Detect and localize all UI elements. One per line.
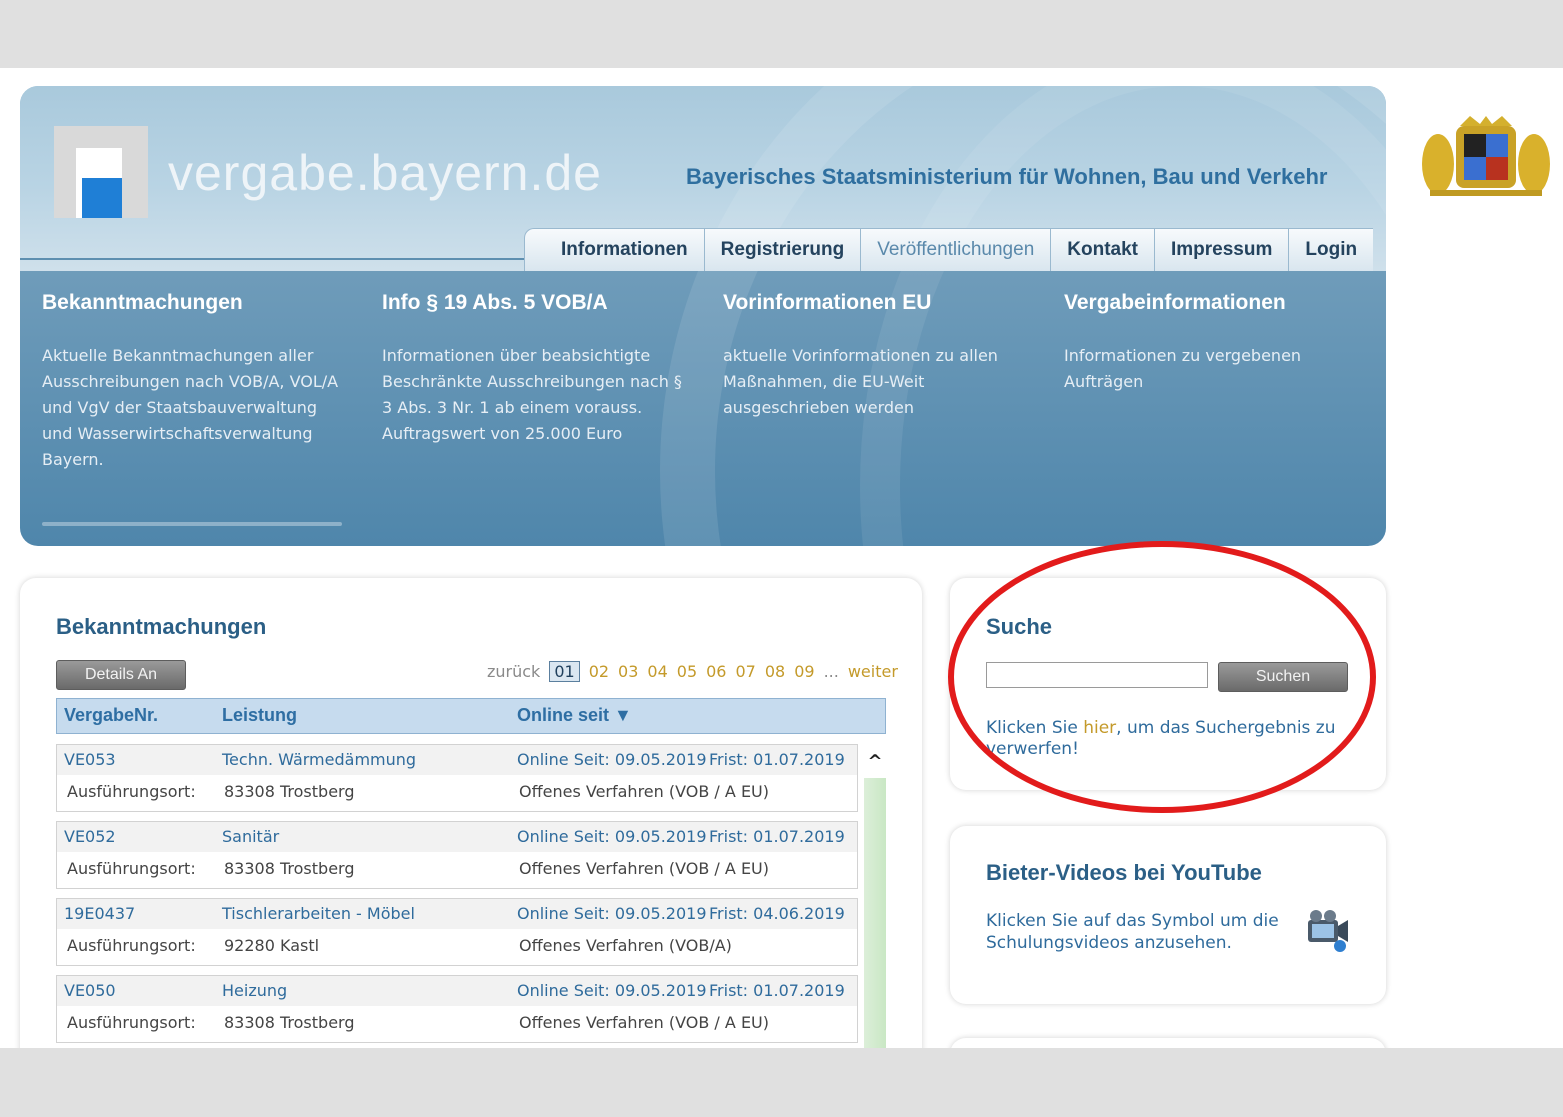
announcements-panel: Bekanntmachungen Details An zurück 01 02… <box>20 578 922 1048</box>
row-ort: 92280 Kastl <box>224 936 320 955</box>
video-camera-icon[interactable] <box>1304 908 1350 952</box>
table-scrollbar[interactable] <box>864 778 886 1048</box>
videos-title: Bieter-Videos bei YouTube <box>986 860 1262 885</box>
main-nav: Informationen Registrierung Veröffentlic… <box>524 228 1374 271</box>
table-header: VergabeNr. Leistung Online seit ▼ <box>56 698 886 734</box>
announcement-list: VE053 Techn. Wärmedämmung Online Seit: 0… <box>56 744 858 1048</box>
row-ort-label: Ausführungsort: <box>67 859 196 878</box>
pager-page-05[interactable]: 05 <box>677 662 697 681</box>
videos-text: Klicken Sie auf das Symbol um die Schulu… <box>986 911 1279 953</box>
row-ort-label: Ausführungsort: <box>67 936 196 955</box>
row-verfahren: Offenes Verfahren (VOB / A EU) <box>519 782 769 801</box>
videos-panel: Bieter-Videos bei YouTube Klicken Sie au… <box>950 826 1386 1004</box>
banner-col-title[interactable]: Vorinformationen EU <box>723 291 1023 315</box>
active-column-indicator <box>42 522 342 526</box>
column-header-leistung[interactable]: Leistung <box>222 705 297 726</box>
banner-col-title[interactable]: Bekanntmachungen <box>42 291 342 315</box>
row-verfahren: Offenes Verfahren (VOB/A) <box>519 936 732 955</box>
table-row[interactable]: VE053 Techn. Wärmedämmung Online Seit: 0… <box>56 744 858 812</box>
next-panel <box>950 1038 1386 1048</box>
pager-next[interactable]: weiter <box>848 662 898 681</box>
pager-back[interactable]: zurück <box>487 662 540 681</box>
banner-col-title[interactable]: Vergabeinformationen <box>1064 291 1364 315</box>
row-nr: 19E0437 <box>64 904 136 923</box>
header-banner: vergabe.bayern.de Bayerisches Staatsmini… <box>20 86 1386 546</box>
banner-col-text: aktuelle Vorinformationen zu allen Maßna… <box>723 346 998 417</box>
table-row[interactable]: 19E0437 Tischlerarbeiten - Möbel Online … <box>56 898 858 966</box>
hint-text-before: Klicken Sie <box>986 718 1084 738</box>
nav-veroeffentlichungen[interactable]: Veröffentlichungen <box>860 228 1051 271</box>
site-logo-icon[interactable] <box>54 126 148 218</box>
pager-page-04[interactable]: 04 <box>647 662 667 681</box>
table-row[interactable]: VE052 Sanitär Online Seit: 09.05.2019 Fr… <box>56 821 858 889</box>
announcements-title: Bekanntmachungen <box>56 614 267 639</box>
banner-col-bekanntmachungen: Bekanntmachungen Aktuelle Bekanntmachung… <box>42 291 342 473</box>
row-frist: Frist: 04.06.2019 <box>709 904 845 923</box>
row-leistung: Techn. Wärmedämmung <box>222 750 417 769</box>
nav-login[interactable]: Login <box>1288 228 1374 271</box>
banner-col-text: Aktuelle Bekanntmachungen aller Ausschre… <box>42 346 339 469</box>
row-verfahren: Offenes Verfahren (VOB / A EU) <box>519 1013 769 1032</box>
column-header-vergabenr[interactable]: VergabeNr. <box>64 705 158 726</box>
nav-kontakt[interactable]: Kontakt <box>1050 228 1154 271</box>
coat-of-arms-icon <box>1422 116 1550 196</box>
details-toggle-button[interactable]: Details An <box>56 660 186 690</box>
row-ort: 83308 Trostberg <box>224 782 355 801</box>
pager-page-02[interactable]: 02 <box>589 662 609 681</box>
pager-page-01[interactable]: 01 <box>549 661 580 682</box>
page: vergabe.bayern.de Bayerisches Staatsmini… <box>0 68 1563 1048</box>
pager-page-08[interactable]: 08 <box>765 662 785 681</box>
row-nr: VE050 <box>64 981 116 1000</box>
row-verfahren: Offenes Verfahren (VOB / A EU) <box>519 859 769 878</box>
row-ort-label: Ausführungsort: <box>67 1013 196 1032</box>
row-leistung: Sanitär <box>222 827 280 846</box>
table-row[interactable]: VE050 Heizung Online Seit: 09.05.2019 Fr… <box>56 975 858 1043</box>
row-frist: Frist: 01.07.2019 <box>709 827 845 846</box>
pager-page-03[interactable]: 03 <box>618 662 638 681</box>
banner-col-text: Informationen zu vergebenen Aufträgen <box>1064 346 1302 391</box>
banner-col-text: Informationen über beabsichtigte Beschrä… <box>382 346 682 443</box>
site-title[interactable]: vergabe.bayern.de <box>168 144 602 202</box>
row-nr: VE052 <box>64 827 116 846</box>
pager-ellipsis: ... <box>823 662 839 681</box>
row-online: Online Seit: 09.05.2019 <box>517 904 707 923</box>
row-ort-label: Ausführungsort: <box>67 782 196 801</box>
nav-informationen[interactable]: Informationen <box>524 228 704 271</box>
banner-col-info-19: Info § 19 Abs. 5 VOB/A Informationen übe… <box>382 291 682 447</box>
row-ort: 83308 Trostberg <box>224 859 355 878</box>
search-button[interactable]: Suchen <box>1218 662 1348 692</box>
pager-page-09[interactable]: 09 <box>794 662 814 681</box>
row-online: Online Seit: 09.05.2019 <box>517 827 707 846</box>
nav-divider <box>20 258 540 260</box>
pager-page-07[interactable]: 07 <box>735 662 755 681</box>
banner-col-title[interactable]: Info § 19 Abs. 5 VOB/A <box>382 291 682 315</box>
row-online: Online Seit: 09.05.2019 <box>517 981 707 1000</box>
banner-col-vorinformationen: Vorinformationen EU aktuelle Vorinformat… <box>723 291 1023 421</box>
row-online: Online Seit: 09.05.2019 <box>517 750 707 769</box>
row-ort: 83308 Trostberg <box>224 1013 355 1032</box>
search-input[interactable] <box>986 662 1208 688</box>
reset-search-hint: Klicken Sie hier, um das Suchergebnis zu… <box>986 718 1346 760</box>
nav-impressum[interactable]: Impressum <box>1154 228 1289 271</box>
column-header-online-seit[interactable]: Online seit ▼ <box>517 705 632 726</box>
row-frist: Frist: 01.07.2019 <box>709 981 845 1000</box>
nav-registrierung[interactable]: Registrierung <box>703 228 861 271</box>
search-panel: Suche Suchen Klicken Sie hier, um das Su… <box>950 578 1386 790</box>
banner-col-vergabeinformationen: Vergabeinformationen Informationen zu ve… <box>1064 291 1364 395</box>
reset-search-link[interactable]: hier <box>1083 718 1116 738</box>
ministry-name: Bayerisches Staatsministerium für Wohnen… <box>686 164 1328 189</box>
row-leistung: Tischlerarbeiten - Möbel <box>222 904 415 923</box>
row-nr: VE053 <box>64 750 116 769</box>
pagination: zurück 01 02 03 04 05 06 07 08 09 ... we… <box>487 661 907 682</box>
search-title: Suche <box>986 614 1053 639</box>
scroll-up-icon[interactable]: ^ <box>863 750 887 774</box>
pager-page-06[interactable]: 06 <box>706 662 726 681</box>
row-frist: Frist: 01.07.2019 <box>709 750 845 769</box>
row-leistung: Heizung <box>222 981 288 1000</box>
